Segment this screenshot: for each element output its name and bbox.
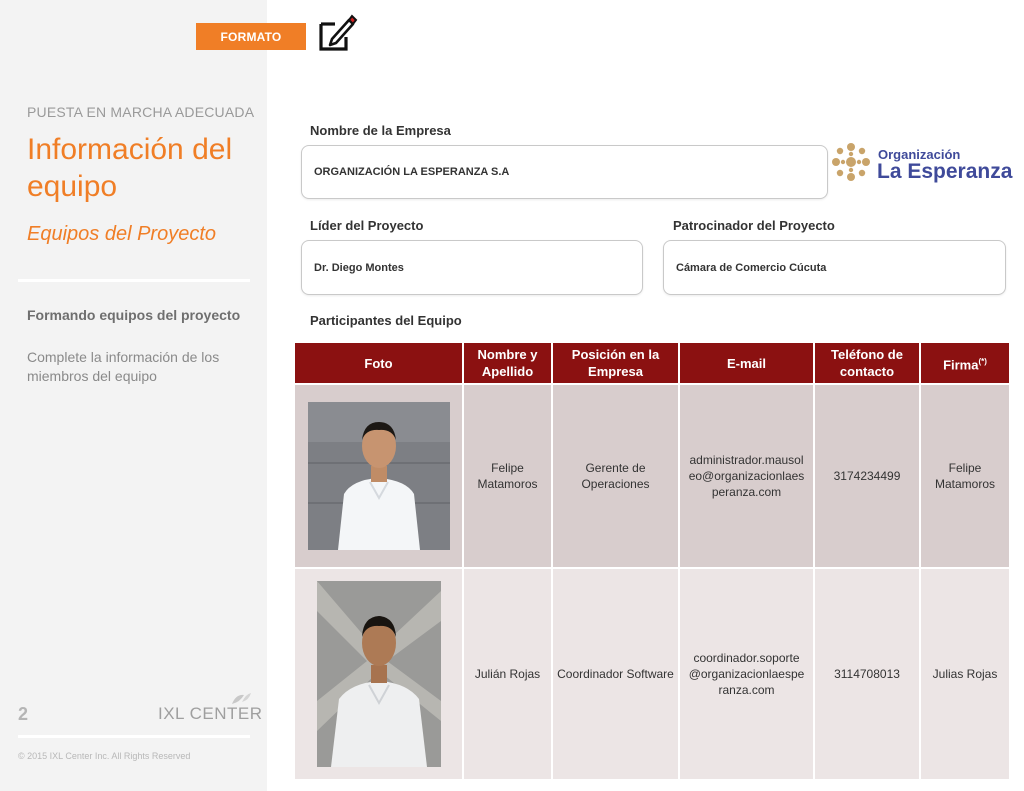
sidebar-divider-bottom [18,735,250,738]
slide: PUESTA EN MARCHA ADECUADA Información de… [0,0,1024,791]
company-field[interactable]: ORGANIZACIÓN LA ESPERANZA S.A [301,145,828,199]
member-signature: Julias Rojas [919,567,1011,781]
sidebar-description: Complete la información de los miembros … [27,349,220,384]
header-position: Posición en la Empresa [551,341,680,385]
member-email-link[interactable]: administrador.mausoleo@organizacionlaesp… [689,453,805,499]
page-number: 2 [18,704,29,724]
person-photo [307,402,450,550]
sponsor-label: Patrocinador del Proyecto [673,218,835,233]
sidebar-divider [18,279,250,282]
page-subtitle: Equipos del Proyecto [27,223,217,245]
photo-cell [293,383,464,569]
logo-line2: La Esperanza [877,160,1013,183]
member-position: Gerente de Operaciones [551,383,680,569]
header-name: Nombre y Apellido [462,341,553,385]
sun-logo-icon [832,143,870,181]
sidebar: PUESTA EN MARCHA ADECUADA Información de… [0,0,267,791]
company-label: Nombre de la Empresa [310,123,451,138]
participants-label: Participantes del Equipo [310,313,462,328]
member-email: administrador.mausoleo@organizacionlaesp… [678,383,815,569]
signature-footnote-mark: (*) [978,356,987,366]
member-email: coordinador.soporte@organizacionlaespera… [678,567,815,781]
member-phone: 3174234499 [813,383,921,569]
leaf-icon [232,693,251,704]
photo-cell [293,567,464,781]
header-photo: Foto [293,341,464,385]
organization-logo: Organización La Esperanza [828,139,1020,187]
sponsor-field[interactable]: Cámara de Comercio Cúcuta [663,240,1006,295]
sponsor-value: Cámara de Comercio Cúcuta [676,261,827,274]
header-email: E-mail [678,341,815,385]
member-name: Julián Rojas [462,567,553,781]
member-signature: Felipe Matamoros [919,383,1011,569]
header-signature-label: Firma [943,357,979,373]
company-value: ORGANIZACIÓN LA ESPERANZA S.A [314,166,510,178]
leader-label: Líder del Proyecto [310,218,424,233]
member-position: Coordinador Software [551,567,680,781]
format-badge: FORMATO [196,23,306,50]
section-label: PUESTA EN MARCHA ADECUADA [27,104,255,120]
page-title: Información del equipo [27,133,233,203]
sidebar-heading: Formando equipos del proyecto [27,307,241,323]
table-row: Felipe Matamoros Gerente de Operaciones … [293,383,1011,569]
table-header-row: Foto Nombre y Apellido Posición en la Em… [293,341,1011,385]
person-photo [316,581,441,767]
member-phone: 3114708013 [813,567,921,781]
leader-field[interactable]: Dr. Diego Montes [301,240,643,295]
copyright: © 2015 IXL Center Inc. All Rights Reserv… [18,751,191,761]
edit-icon [319,14,358,51]
member-name: Felipe Matamoros [462,383,553,569]
header-signature: Firma(*) [919,341,1011,385]
team-table: Foto Nombre y Apellido Posición en la Em… [293,341,1011,781]
brand-logo: IXL CENTER [158,704,263,723]
table-row: Julián Rojas Coordinador Software coordi… [293,567,1011,781]
header-phone: Teléfono de contacto [813,341,921,385]
member-email-link[interactable]: coordinador.soporte@organizacionlaespera… [689,651,805,697]
leader-value: Dr. Diego Montes [314,261,404,274]
